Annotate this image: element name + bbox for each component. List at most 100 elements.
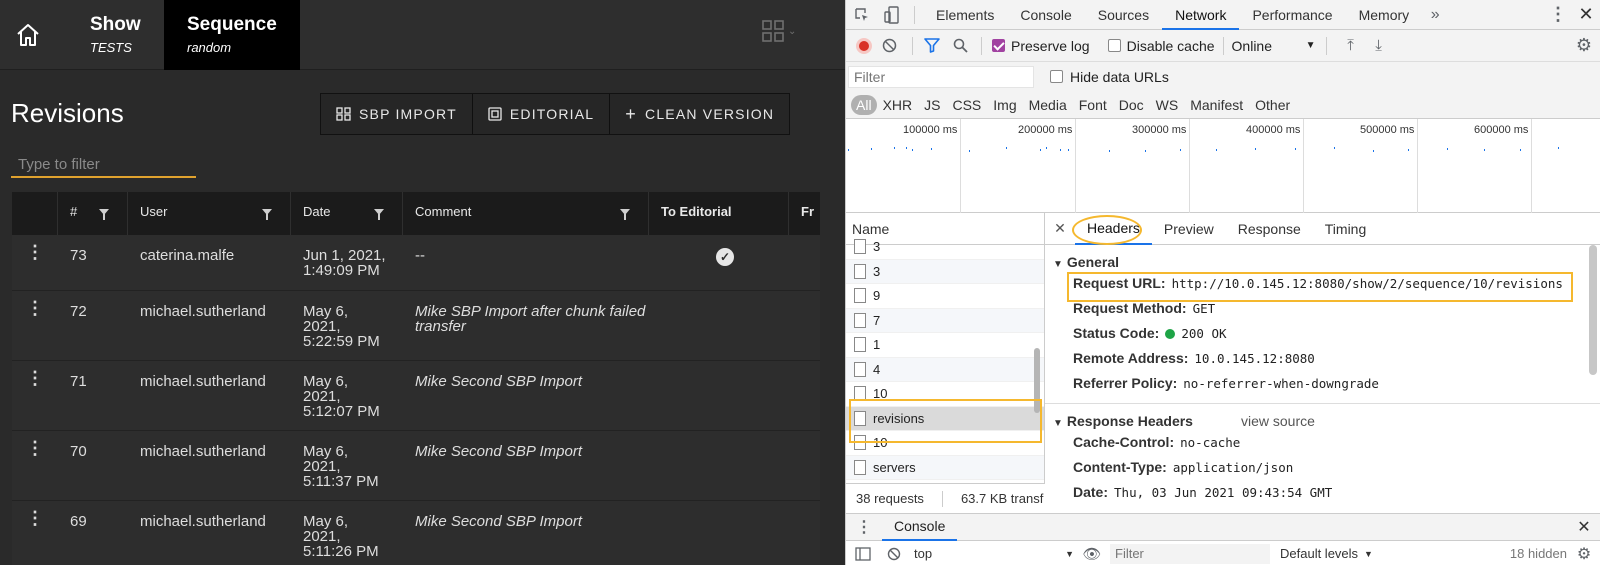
detail-scrollbar[interactable] [1589,245,1597,375]
row-menu-icon[interactable]: ⋮ [12,501,58,565]
general-section-header[interactable]: ▼ General [1045,245,1600,270]
response-headers-title: Response Headers [1066,413,1193,429]
editorial-button[interactable]: EDITORIAL [472,94,611,134]
home-button[interactable] [0,0,56,70]
view-source-link[interactable]: view source [1241,413,1315,429]
row-menu-icon[interactable]: ⋮ [12,235,58,290]
console-filter-input[interactable] [1110,543,1270,564]
close-detail-icon[interactable]: ✕ [1045,220,1075,237]
clean-version-button[interactable]: + CLEAN VERSION [610,94,790,134]
chevron-down-icon: ⌄ [788,25,797,37]
filter-funnel-icon[interactable] [620,209,630,220]
record-button[interactable] [856,37,872,54]
type-filter-css[interactable]: CSS [946,95,987,115]
sidebar-toggle-icon[interactable] [846,546,880,561]
close-drawer-icon[interactable]: ✕ [1567,517,1600,537]
filter-funnel-icon[interactable] [262,209,272,220]
type-filter-xhr[interactable]: XHR [877,95,919,115]
column-header-date[interactable]: Date [291,192,403,235]
collapse-triangle-icon: ▼ [1053,259,1063,270]
kebab-menu-icon[interactable]: ⋮ [1545,4,1571,25]
column-header-comment[interactable]: Comment [403,192,649,235]
request-row[interactable]: 9 [846,284,1044,309]
request-row[interactable]: 4 [846,357,1044,382]
context-select[interactable]: top ▼ [914,546,1074,561]
column-header-from[interactable]: Fr [789,192,820,235]
drawer-menu-icon[interactable]: ⋮ [846,517,882,537]
tab-console[interactable]: Console [1007,0,1084,30]
preserve-log-checkbox[interactable] [992,39,1005,52]
column-header-user[interactable]: User [128,192,291,235]
row-menu-icon[interactable]: ⋮ [12,361,58,430]
row-menu-icon[interactable]: ⋮ [12,291,58,360]
filter-funnel-icon[interactable] [99,209,109,220]
type-filter-all[interactable]: All [851,94,877,115]
column-header-number[interactable]: # [58,192,128,235]
row-menu-icon[interactable]: ⋮ [12,431,58,500]
log-levels-select[interactable]: Default levels ▼ [1280,546,1373,561]
type-filter-ws[interactable]: WS [1150,95,1185,115]
clear-icon[interactable] [872,38,906,53]
type-filter-other[interactable]: Other [1249,95,1296,115]
table-row[interactable]: ⋮ 72 michael.sutherland May 6, 2021, 5:22:59 … [12,291,820,361]
tab-response[interactable]: Response [1226,213,1313,245]
tab-timing[interactable]: Timing [1313,213,1379,245]
table-row[interactable]: ⋮ 69 michael.sutherland May 6, 2021, 5:11:26 … [12,501,820,565]
from-cell [789,235,820,290]
tab-performance[interactable]: Performance [1239,0,1345,30]
clear-console-icon[interactable] [880,547,908,561]
sbp-import-button[interactable]: SBP IMPORT [321,94,473,134]
type-filter-doc[interactable]: Doc [1113,95,1150,115]
network-filter-input[interactable] [848,65,1034,88]
grid-icon [762,20,784,42]
timeline-request-mark [931,148,932,150]
hide-data-urls-checkbox[interactable] [1050,70,1063,83]
view-switcher-button[interactable]: ⌄ [762,20,796,42]
breadcrumb-sequence[interactable]: Sequence random [164,0,300,70]
highlight-box-revisions [849,399,1042,443]
eye-icon[interactable]: 👁 [1074,545,1110,563]
timeline-request-mark [906,147,907,149]
breadcrumb-show[interactable]: Show TESTS [90,0,164,70]
inspect-element-icon[interactable] [846,0,878,30]
import-har-icon[interactable]: ⤒ [1337,37,1365,54]
search-icon[interactable] [945,38,975,53]
tab-network[interactable]: Network [1162,0,1240,30]
type-filter-img[interactable]: Img [987,95,1022,115]
table-row[interactable]: ⋮ 70 michael.sutherland May 6, 2021, 5:11:37 … [12,431,820,501]
response-headers-section-header[interactable]: ▼ Response Headers view source [1045,404,1600,429]
export-har-icon[interactable]: ⤓ [1365,37,1393,54]
tab-headers[interactable]: Headers [1072,213,1152,245]
more-tabs-icon[interactable]: » [1422,6,1448,24]
throttling-select[interactable]: Online ▼ [1232,38,1316,54]
revision-comment: Mike Second SBP Import [415,373,583,390]
tab-memory[interactable]: Memory [1346,0,1423,30]
type-filter-js[interactable]: JS [918,95,946,115]
tab-sources[interactable]: Sources [1085,0,1162,30]
filter-input[interactable] [11,152,196,178]
settings-gear-icon[interactable]: ⚙ [1567,35,1600,56]
type-filter-font[interactable]: Font [1073,95,1113,115]
type-filter-manifest[interactable]: Manifest [1184,95,1249,115]
table-row[interactable]: ⋮ 71 michael.sutherland May 6, 2021, 5:12:07 … [12,361,820,431]
request-row[interactable]: 1 [846,333,1044,358]
drawer-tab-console[interactable]: Console [882,514,958,541]
table-row[interactable]: ⋮ 73 caterina.malfe Jun 1, 2021, 1:49:09 PM -… [12,235,820,291]
request-row[interactable]: 3 [846,259,1044,284]
request-row[interactable]: servers [846,455,1044,480]
column-header-to-editorial[interactable]: To Editorial [649,192,789,235]
filter-funnel-icon[interactable] [374,209,384,220]
console-settings-gear-icon[interactable]: ⚙ [1567,544,1600,564]
request-row[interactable]: 3 [846,235,1044,260]
tab-elements[interactable]: Elements [923,0,1007,30]
type-filter-media[interactable]: Media [1023,95,1073,115]
filter-funnel-icon[interactable] [919,38,945,53]
network-overview-timeline[interactable]: 100000 ms 200000 ms 300000 ms 400000 ms 5000… [846,119,1600,213]
device-toolbar-icon[interactable] [878,0,906,30]
disable-cache-checkbox[interactable] [1107,39,1121,52]
close-devtools-icon[interactable]: ✕ [1571,4,1600,25]
request-row[interactable]: 7 [846,308,1044,333]
tab-preview[interactable]: Preview [1152,213,1226,245]
timeline-request-mark [1447,148,1448,150]
page-title: Revisions [11,98,124,128]
